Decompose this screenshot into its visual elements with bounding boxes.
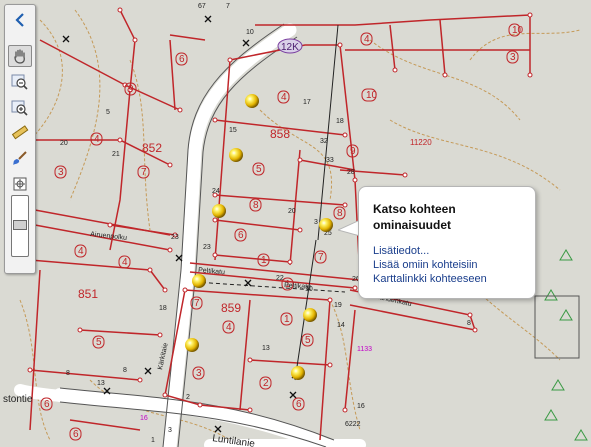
plot-label: 3 bbox=[196, 368, 202, 379]
small-number: 21 bbox=[112, 151, 120, 158]
zoom-in-button[interactable] bbox=[8, 97, 32, 119]
draw-button[interactable] bbox=[8, 147, 32, 169]
small-number: 23 bbox=[203, 244, 211, 251]
small-number: 11220 bbox=[410, 138, 432, 147]
back-arrow-icon bbox=[15, 13, 24, 27]
pan-hand-icon bbox=[14, 49, 25, 64]
plot-label: 4 bbox=[281, 92, 287, 103]
plot-label: 4 bbox=[122, 257, 128, 268]
feature-info-popup: Katso kohteen ominaisuudet Lisätiedot...… bbox=[358, 186, 536, 299]
paint-brush-icon bbox=[13, 151, 27, 165]
zoom-out-button[interactable] bbox=[8, 71, 32, 93]
small-number: 1133 bbox=[357, 346, 372, 353]
small-number: 15 bbox=[229, 127, 237, 134]
pan-button[interactable] bbox=[8, 45, 32, 67]
small-number: 28 bbox=[347, 169, 355, 176]
plot-label: 5 bbox=[96, 337, 102, 348]
plot-label: 3 bbox=[58, 167, 64, 178]
street-name: stontie bbox=[3, 394, 33, 405]
small-number: 33 bbox=[326, 157, 334, 164]
small-number: 24 bbox=[212, 188, 220, 195]
location-marker[interactable] bbox=[291, 366, 305, 380]
popup-pointer bbox=[338, 219, 360, 237]
location-marker[interactable] bbox=[229, 148, 243, 162]
block-number: 852 bbox=[142, 141, 162, 155]
small-number: 13 bbox=[97, 380, 105, 387]
zoom-slider[interactable] bbox=[11, 195, 29, 257]
small-number: 22 bbox=[276, 275, 284, 282]
small-number: 6222 bbox=[345, 421, 361, 428]
badge-label: 12K bbox=[281, 42, 299, 53]
small-number: 5 bbox=[106, 109, 110, 116]
location-marker[interactable] bbox=[212, 204, 226, 218]
block-number: 858 bbox=[270, 127, 290, 141]
location-marker[interactable] bbox=[185, 338, 199, 352]
small-number: 3 bbox=[314, 219, 318, 226]
plot-label: 4 bbox=[78, 246, 84, 257]
plot-label: 5 bbox=[305, 335, 311, 346]
small-number: 20 bbox=[288, 208, 296, 215]
plot-label: 9 bbox=[350, 146, 356, 157]
small-number: 7 bbox=[226, 3, 230, 10]
zoom-home-icon bbox=[13, 177, 27, 191]
small-number: 8 bbox=[123, 367, 127, 374]
small-number: 8 bbox=[467, 320, 471, 327]
small-number: 8 bbox=[66, 370, 70, 377]
plot-label: 2 bbox=[263, 378, 269, 389]
zoom-slider-handle[interactable] bbox=[13, 220, 27, 230]
small-number: 19 bbox=[334, 302, 342, 309]
small-number: 67 bbox=[198, 3, 206, 10]
zoom-out-icon bbox=[11, 74, 28, 90]
small-number: 17 bbox=[303, 99, 311, 106]
measure-button[interactable] bbox=[8, 122, 32, 144]
small-number: 16 bbox=[140, 415, 148, 422]
small-number: 14 bbox=[337, 322, 345, 329]
map-link-to-feature-link[interactable]: Karttalinkki kohteeseen bbox=[373, 273, 487, 286]
plot-label: 4 bbox=[226, 322, 232, 333]
small-number: 18 bbox=[336, 118, 344, 125]
plot-label: 8 bbox=[253, 200, 259, 211]
small-number: 18 bbox=[159, 305, 167, 312]
block-number: 859 bbox=[221, 301, 241, 315]
back-button[interactable] bbox=[8, 9, 32, 31]
plot-label: 4 bbox=[94, 134, 100, 145]
plot-label: 6 bbox=[73, 429, 79, 440]
small-number: 3 bbox=[168, 427, 172, 434]
plot-label: 7 bbox=[194, 298, 200, 309]
plot-label: 10 bbox=[512, 25, 524, 36]
small-number: 10 bbox=[246, 29, 254, 36]
location-marker[interactable] bbox=[303, 308, 317, 322]
plot-label: 3 bbox=[510, 52, 516, 63]
badge-12k: 12K bbox=[277, 38, 303, 54]
plot-label: 6 bbox=[238, 230, 244, 241]
plot-label: 7 bbox=[141, 167, 147, 178]
small-number: 32 bbox=[320, 138, 328, 145]
plot-label: 1 bbox=[261, 255, 267, 266]
more-info-link[interactable]: Lisätiedot... bbox=[373, 245, 429, 258]
plot-label: 7 bbox=[318, 252, 324, 263]
plot-label: 1 bbox=[284, 314, 290, 325]
small-number: 23 bbox=[171, 234, 179, 241]
add-to-own-items-link[interactable]: Lisää omiin kohteisiin bbox=[373, 259, 478, 272]
plot-label: 6 bbox=[179, 54, 185, 65]
plot-label: 6 bbox=[44, 399, 50, 410]
small-number: 20 bbox=[60, 140, 68, 147]
zoom-in-icon bbox=[11, 100, 28, 116]
measure-ruler-icon bbox=[11, 125, 29, 140]
location-marker[interactable] bbox=[245, 94, 259, 108]
zoom-home-button[interactable] bbox=[8, 173, 32, 195]
popup-title: Katso kohteen ominaisuudet bbox=[373, 202, 456, 232]
small-number: 1 bbox=[151, 437, 155, 444]
small-number: 13 bbox=[262, 345, 270, 352]
map-toolbar bbox=[4, 4, 36, 274]
plot-label: 4 bbox=[364, 34, 370, 45]
location-marker[interactable] bbox=[319, 218, 333, 232]
block-number: 851 bbox=[78, 287, 98, 301]
plot-label: 6 bbox=[296, 399, 302, 410]
plot-label: 5 bbox=[256, 164, 262, 175]
small-number: 2 bbox=[186, 394, 190, 401]
small-number: 16 bbox=[357, 403, 365, 410]
location-marker[interactable] bbox=[192, 274, 206, 288]
plot-label: 9 bbox=[128, 84, 134, 95]
